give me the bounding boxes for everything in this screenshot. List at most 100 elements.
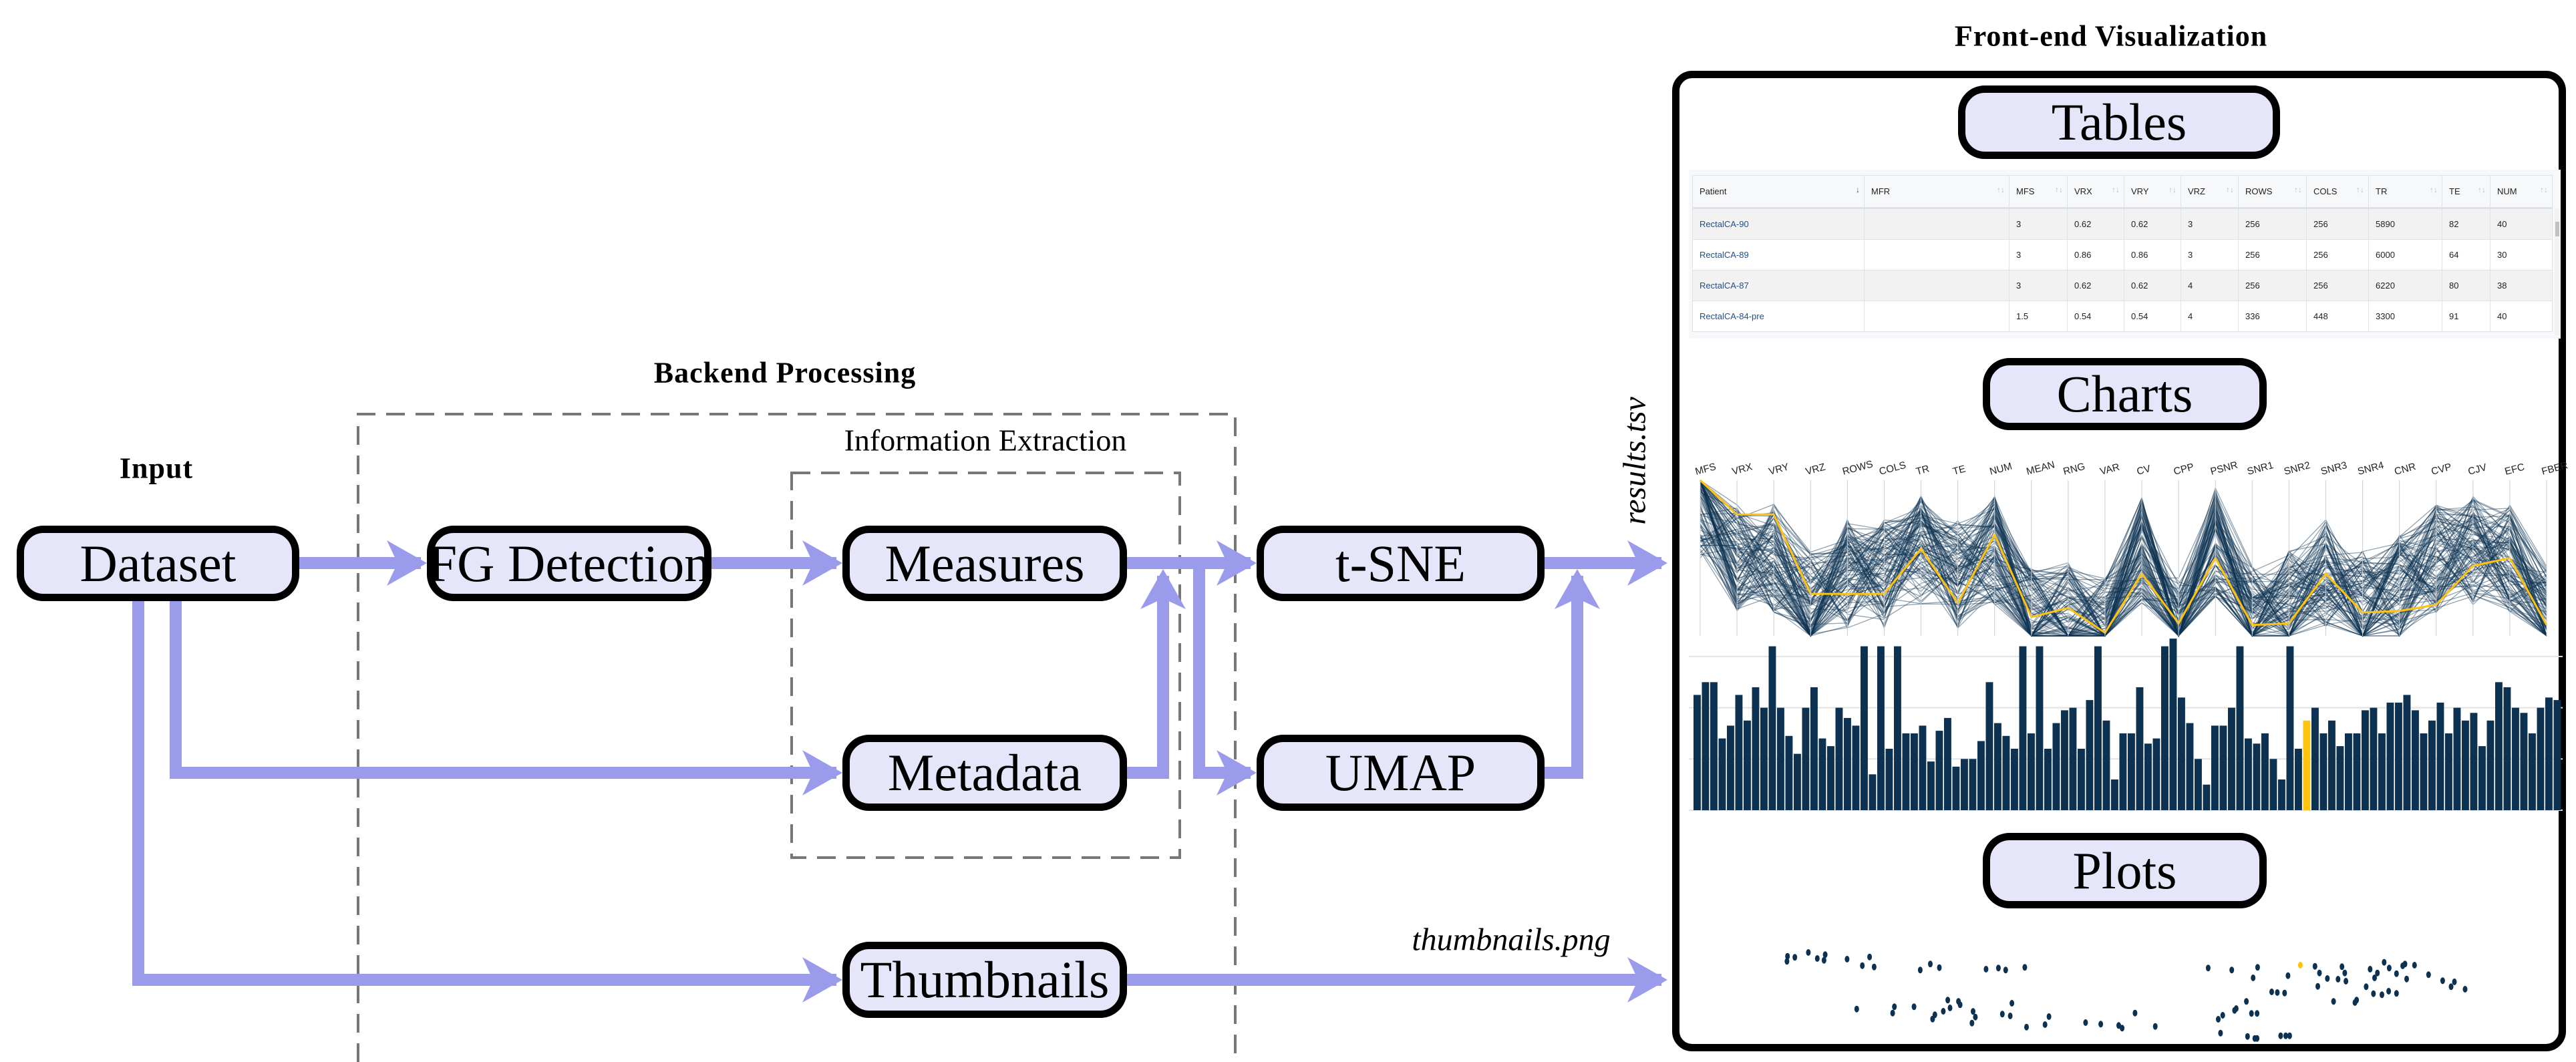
scatter-point [1971, 1008, 1975, 1015]
scatter-point [2269, 989, 2274, 995]
bar [2128, 733, 2135, 811]
bar [2445, 733, 2452, 811]
parallel-axis-label: CPP [2172, 461, 2195, 477]
scatter-point [1941, 1008, 1946, 1015]
bar [2245, 738, 2252, 810]
scatter-point [2394, 970, 2399, 977]
bar [2495, 682, 2503, 811]
bar [2094, 646, 2102, 810]
bar [2044, 749, 2052, 810]
parallel-axis-label: RNG [2062, 461, 2087, 478]
scatter-point [2251, 975, 2256, 981]
bar [2486, 720, 2494, 810]
scatter-point [1973, 1013, 1978, 1021]
bar [2144, 743, 2152, 810]
bar [2345, 733, 2352, 811]
scatter-point [2364, 983, 2369, 991]
parallel-axis-label: PSNR [2209, 460, 2239, 478]
bar [2537, 707, 2545, 810]
bar [1818, 738, 1826, 810]
parallel-axis-label: SNR2 [2283, 460, 2311, 478]
scatter-point [2325, 975, 2330, 982]
scatter-point [2340, 963, 2345, 970]
scatter-point [2245, 1033, 2250, 1040]
bar [1810, 687, 1818, 810]
scatter-point [1792, 954, 1798, 961]
bar [2052, 723, 2060, 810]
scatter-point [2152, 1023, 2158, 1030]
scatter-point [2380, 991, 2384, 999]
parallel-axis-label: CVP [2430, 461, 2452, 477]
bar [2353, 733, 2361, 811]
bar [2152, 738, 2160, 810]
bar [1735, 695, 1743, 810]
bar [2136, 687, 2144, 810]
bar [1969, 759, 1977, 810]
bar [2261, 733, 2269, 811]
bar [2319, 733, 2327, 811]
parallel-axis-label: SNR4 [2356, 460, 2385, 478]
bar [1919, 725, 1927, 810]
bar [2303, 720, 2311, 810]
bar [1752, 687, 1760, 810]
scatter-point [2098, 1021, 2104, 1028]
scatter-point [2220, 1012, 2225, 1019]
parallel-axis-label: TR [1915, 463, 1931, 478]
scatter-point [1928, 960, 1933, 968]
bar [2086, 700, 2094, 810]
scatter-point [2368, 966, 2373, 972]
scatter-point [2275, 989, 2280, 996]
parallel-axis-label: SNR3 [2319, 460, 2348, 478]
scatter-point [2342, 969, 2348, 977]
parallel-axis-label: ROWS [1841, 458, 1874, 478]
bar [2286, 646, 2294, 810]
bar [2478, 746, 2486, 810]
scatter-point [2317, 969, 2322, 977]
bar [1694, 695, 1701, 810]
scatter-point [2255, 1010, 2260, 1017]
bar [1802, 707, 1810, 810]
scatter-point [2278, 1032, 2283, 1039]
scatter-point [2426, 971, 2431, 979]
bar [1902, 733, 1910, 811]
bar [1852, 725, 1860, 810]
bar [1927, 761, 1935, 810]
scatter-point [2440, 977, 2445, 985]
scatter-point [2229, 966, 2235, 974]
bar [2311, 707, 2319, 810]
bar [2295, 749, 2302, 810]
bar [2529, 733, 2536, 811]
scatter-point [2331, 998, 2336, 1005]
parallel-axis-label: EFC [2504, 462, 2527, 478]
bar [1835, 707, 1843, 810]
scatter-point [1860, 962, 1865, 969]
scatter-point [2386, 988, 2392, 995]
scatter-point [2205, 964, 2211, 972]
bar [2203, 784, 2211, 811]
scatter-point [2009, 1000, 2015, 1007]
scatter-point [2249, 1010, 2254, 1017]
parallel-axis-label: NUM [1988, 461, 2013, 478]
bar [2169, 639, 2177, 810]
bar [2403, 695, 2411, 810]
scatter-point [2120, 1025, 2125, 1032]
bar [2553, 700, 2561, 810]
bar [2061, 710, 2068, 810]
scatter-point [2315, 983, 2320, 990]
bar [2002, 735, 2010, 810]
scatter-point [2386, 964, 2392, 972]
scatter-point [2024, 1023, 2029, 1031]
bar [2119, 733, 2127, 811]
bar [1844, 717, 1851, 810]
scatter-point [1983, 966, 1989, 972]
bar [1760, 707, 1768, 810]
bar [2395, 702, 2402, 810]
bar [2278, 779, 2285, 810]
scatter-point [2003, 966, 2008, 974]
bar [1952, 766, 1960, 810]
scatter-point [1995, 964, 2001, 972]
bar [1710, 682, 1718, 811]
bar [2386, 702, 2394, 810]
scatter-point [2400, 962, 2406, 969]
bar [2269, 759, 2277, 810]
